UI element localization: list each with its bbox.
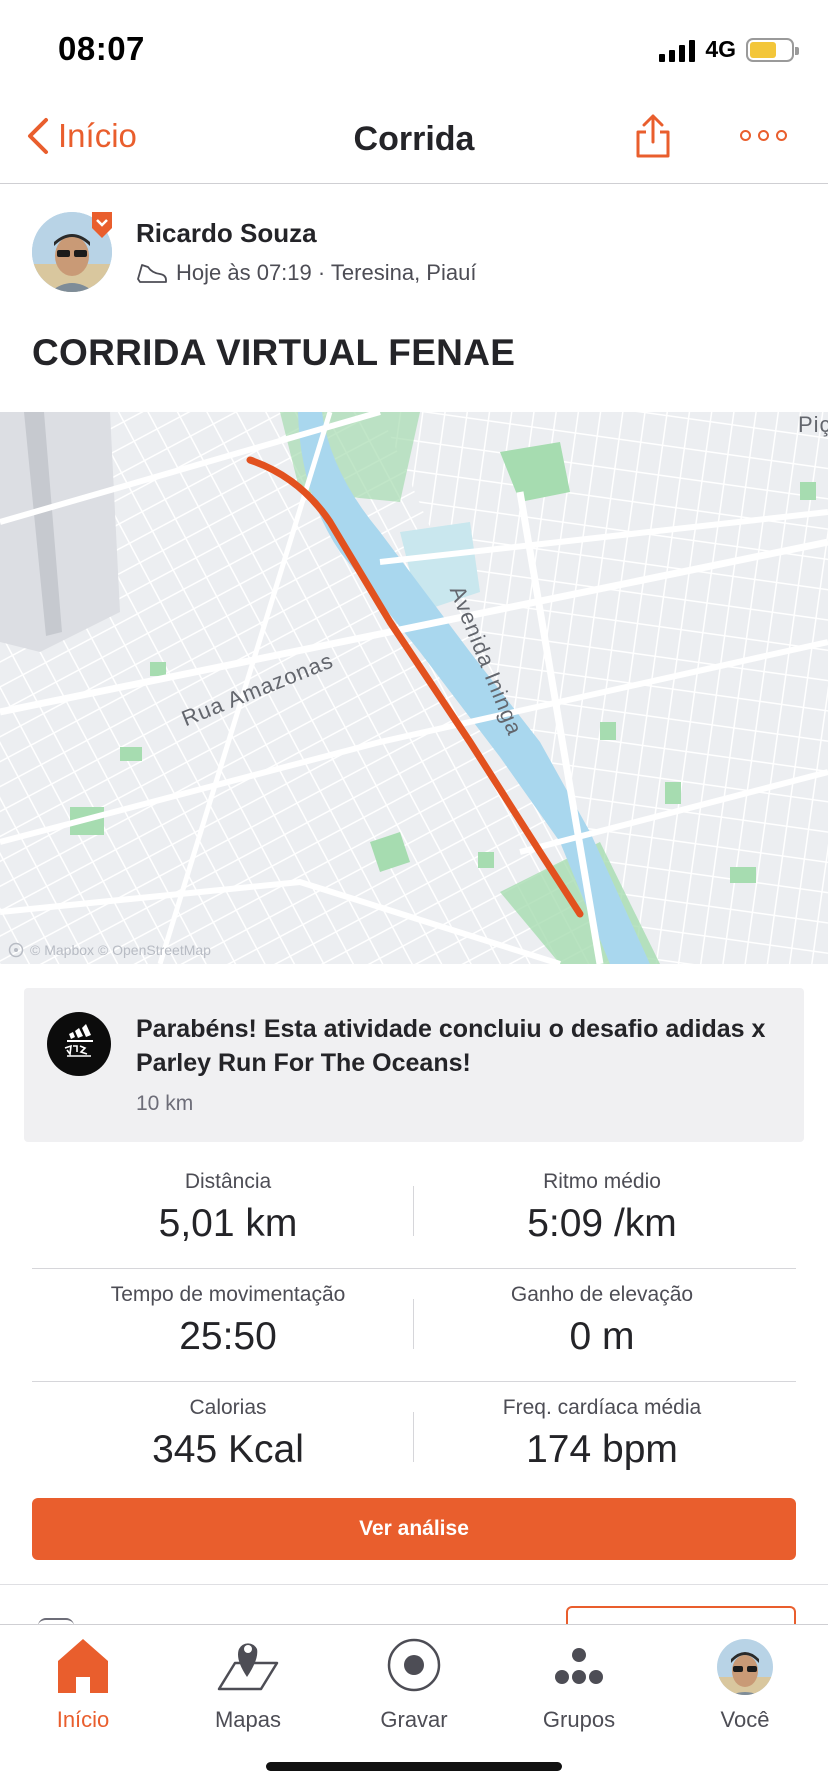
tab-label: Início [56, 1707, 110, 1732]
tab-groups[interactable]: Grupos [496, 1625, 662, 1735]
stat-row: Distância 5,01 km Ritmo médio 5:09 /km [32, 1156, 796, 1269]
status-bar: 08:07 4G [0, 0, 828, 96]
athlete-header: Ricardo Souza Hoje às 07:19 · Teresina, … [32, 212, 812, 302]
athlete-name[interactable]: Ricardo Souza [136, 218, 317, 249]
tab-maps[interactable]: Mapas [165, 1625, 331, 1735]
status-icons: 4G [659, 36, 799, 63]
divider [413, 1412, 414, 1462]
stat-label: Freq. cardíaca média [502, 1396, 702, 1419]
stat-label: Ritmo médio [543, 1170, 661, 1193]
more-dot-icon [758, 130, 769, 141]
record-icon [387, 1638, 441, 1692]
map-attribution-text: © Mapbox © OpenStreetMap [30, 942, 211, 958]
stat-label: Calorias [189, 1396, 267, 1419]
tab-label: Mapas [214, 1707, 282, 1732]
stat-calories: Calorias 345 Kcal [48, 1396, 408, 1472]
network-label: 4G [705, 36, 736, 62]
tab-record[interactable]: Gravar [331, 1625, 497, 1735]
shoe-icon [137, 264, 167, 283]
stat-label: Ganho de elevação [510, 1283, 694, 1306]
tab-home[interactable]: Início [0, 1625, 166, 1735]
stat-value: 0 m [569, 1315, 635, 1358]
activity-meta-text: Hoje às 07:19 · Teresina, Piauí [176, 260, 477, 285]
stat-row: Calorias 345 Kcal Freq. cardíaca média 1… [32, 1382, 796, 1495]
challenge-badge [47, 1012, 111, 1076]
stat-value: 345 Kcal [152, 1428, 304, 1471]
challenge-distance: 10 km [136, 1092, 194, 1115]
activity-title: CORRIDA VIRTUAL FENAE [32, 332, 516, 373]
nav-header: Início Corrida [0, 96, 828, 184]
more-dot-icon [740, 130, 751, 141]
map-icon [217, 1643, 279, 1691]
map-label-edge: Piç [798, 412, 828, 437]
stat-value: 174 bpm [526, 1428, 678, 1471]
page-title: Corrida [353, 120, 475, 158]
map-attribution[interactable]: © Mapbox © OpenStreetMap [8, 942, 211, 958]
challenge-card[interactable]: Parabéns! Esta atividade concluiu o desa… [24, 988, 804, 1142]
view-analysis-button[interactable]: Ver análise [32, 1498, 796, 1560]
tab-label: Grupos [542, 1707, 616, 1732]
avatar [717, 1639, 773, 1695]
stat-value: 5,01 km [158, 1202, 298, 1245]
stat-moving-time: Tempo de movimentação 25:50 [48, 1283, 408, 1359]
divider [413, 1186, 414, 1236]
adidas-logo-icon [64, 1024, 93, 1057]
tab-label: Gravar [380, 1707, 448, 1732]
partial-button[interactable] [566, 1606, 796, 1626]
stat-distance: Distância 5,01 km [48, 1170, 408, 1246]
groups-icon [555, 1648, 603, 1684]
battery-icon [746, 37, 799, 62]
challenge-message: Parabéns! Esta atividade concluiu o desa… [136, 1015, 766, 1077]
stat-heart-rate: Freq. cardíaca média 174 bpm [422, 1396, 782, 1472]
activity-meta: Hoje às 07:19 · Teresina, Piauí [136, 260, 476, 286]
stat-pace: Ritmo médio 5:09 /km [422, 1170, 782, 1246]
more-dot-icon [776, 130, 787, 141]
divider [0, 1584, 828, 1585]
status-time: 08:07 [58, 30, 145, 67]
share-icon [636, 114, 670, 158]
share-button[interactable] [634, 112, 672, 165]
stat-value: 25:50 [179, 1315, 277, 1358]
stat-label: Distância [184, 1170, 272, 1193]
map-canvas [0, 412, 828, 964]
stat-row: Tempo de movimentação 25:50 Ganho de ele… [32, 1269, 796, 1382]
stats-grid: Distância 5,01 km Ritmo médio 5:09 /km T… [32, 1156, 796, 1495]
stat-label: Tempo de movimentação [110, 1283, 346, 1306]
tab-you[interactable]: Você [662, 1625, 828, 1735]
subscriber-badge-icon [92, 212, 112, 238]
home-icon [58, 1639, 108, 1693]
signal-icon [659, 38, 696, 62]
home-indicator [266, 1762, 562, 1771]
more-options-button[interactable] [740, 130, 787, 141]
stat-elevation: Ganho de elevação 0 m [422, 1283, 782, 1359]
tab-label: Você [720, 1707, 770, 1732]
divider [413, 1299, 414, 1349]
route-map[interactable]: Avenida Ininga Rua Amazonas Piç hão © Ma… [0, 412, 828, 964]
stat-value: 5:09 /km [527, 1202, 677, 1245]
info-icon [8, 942, 24, 958]
